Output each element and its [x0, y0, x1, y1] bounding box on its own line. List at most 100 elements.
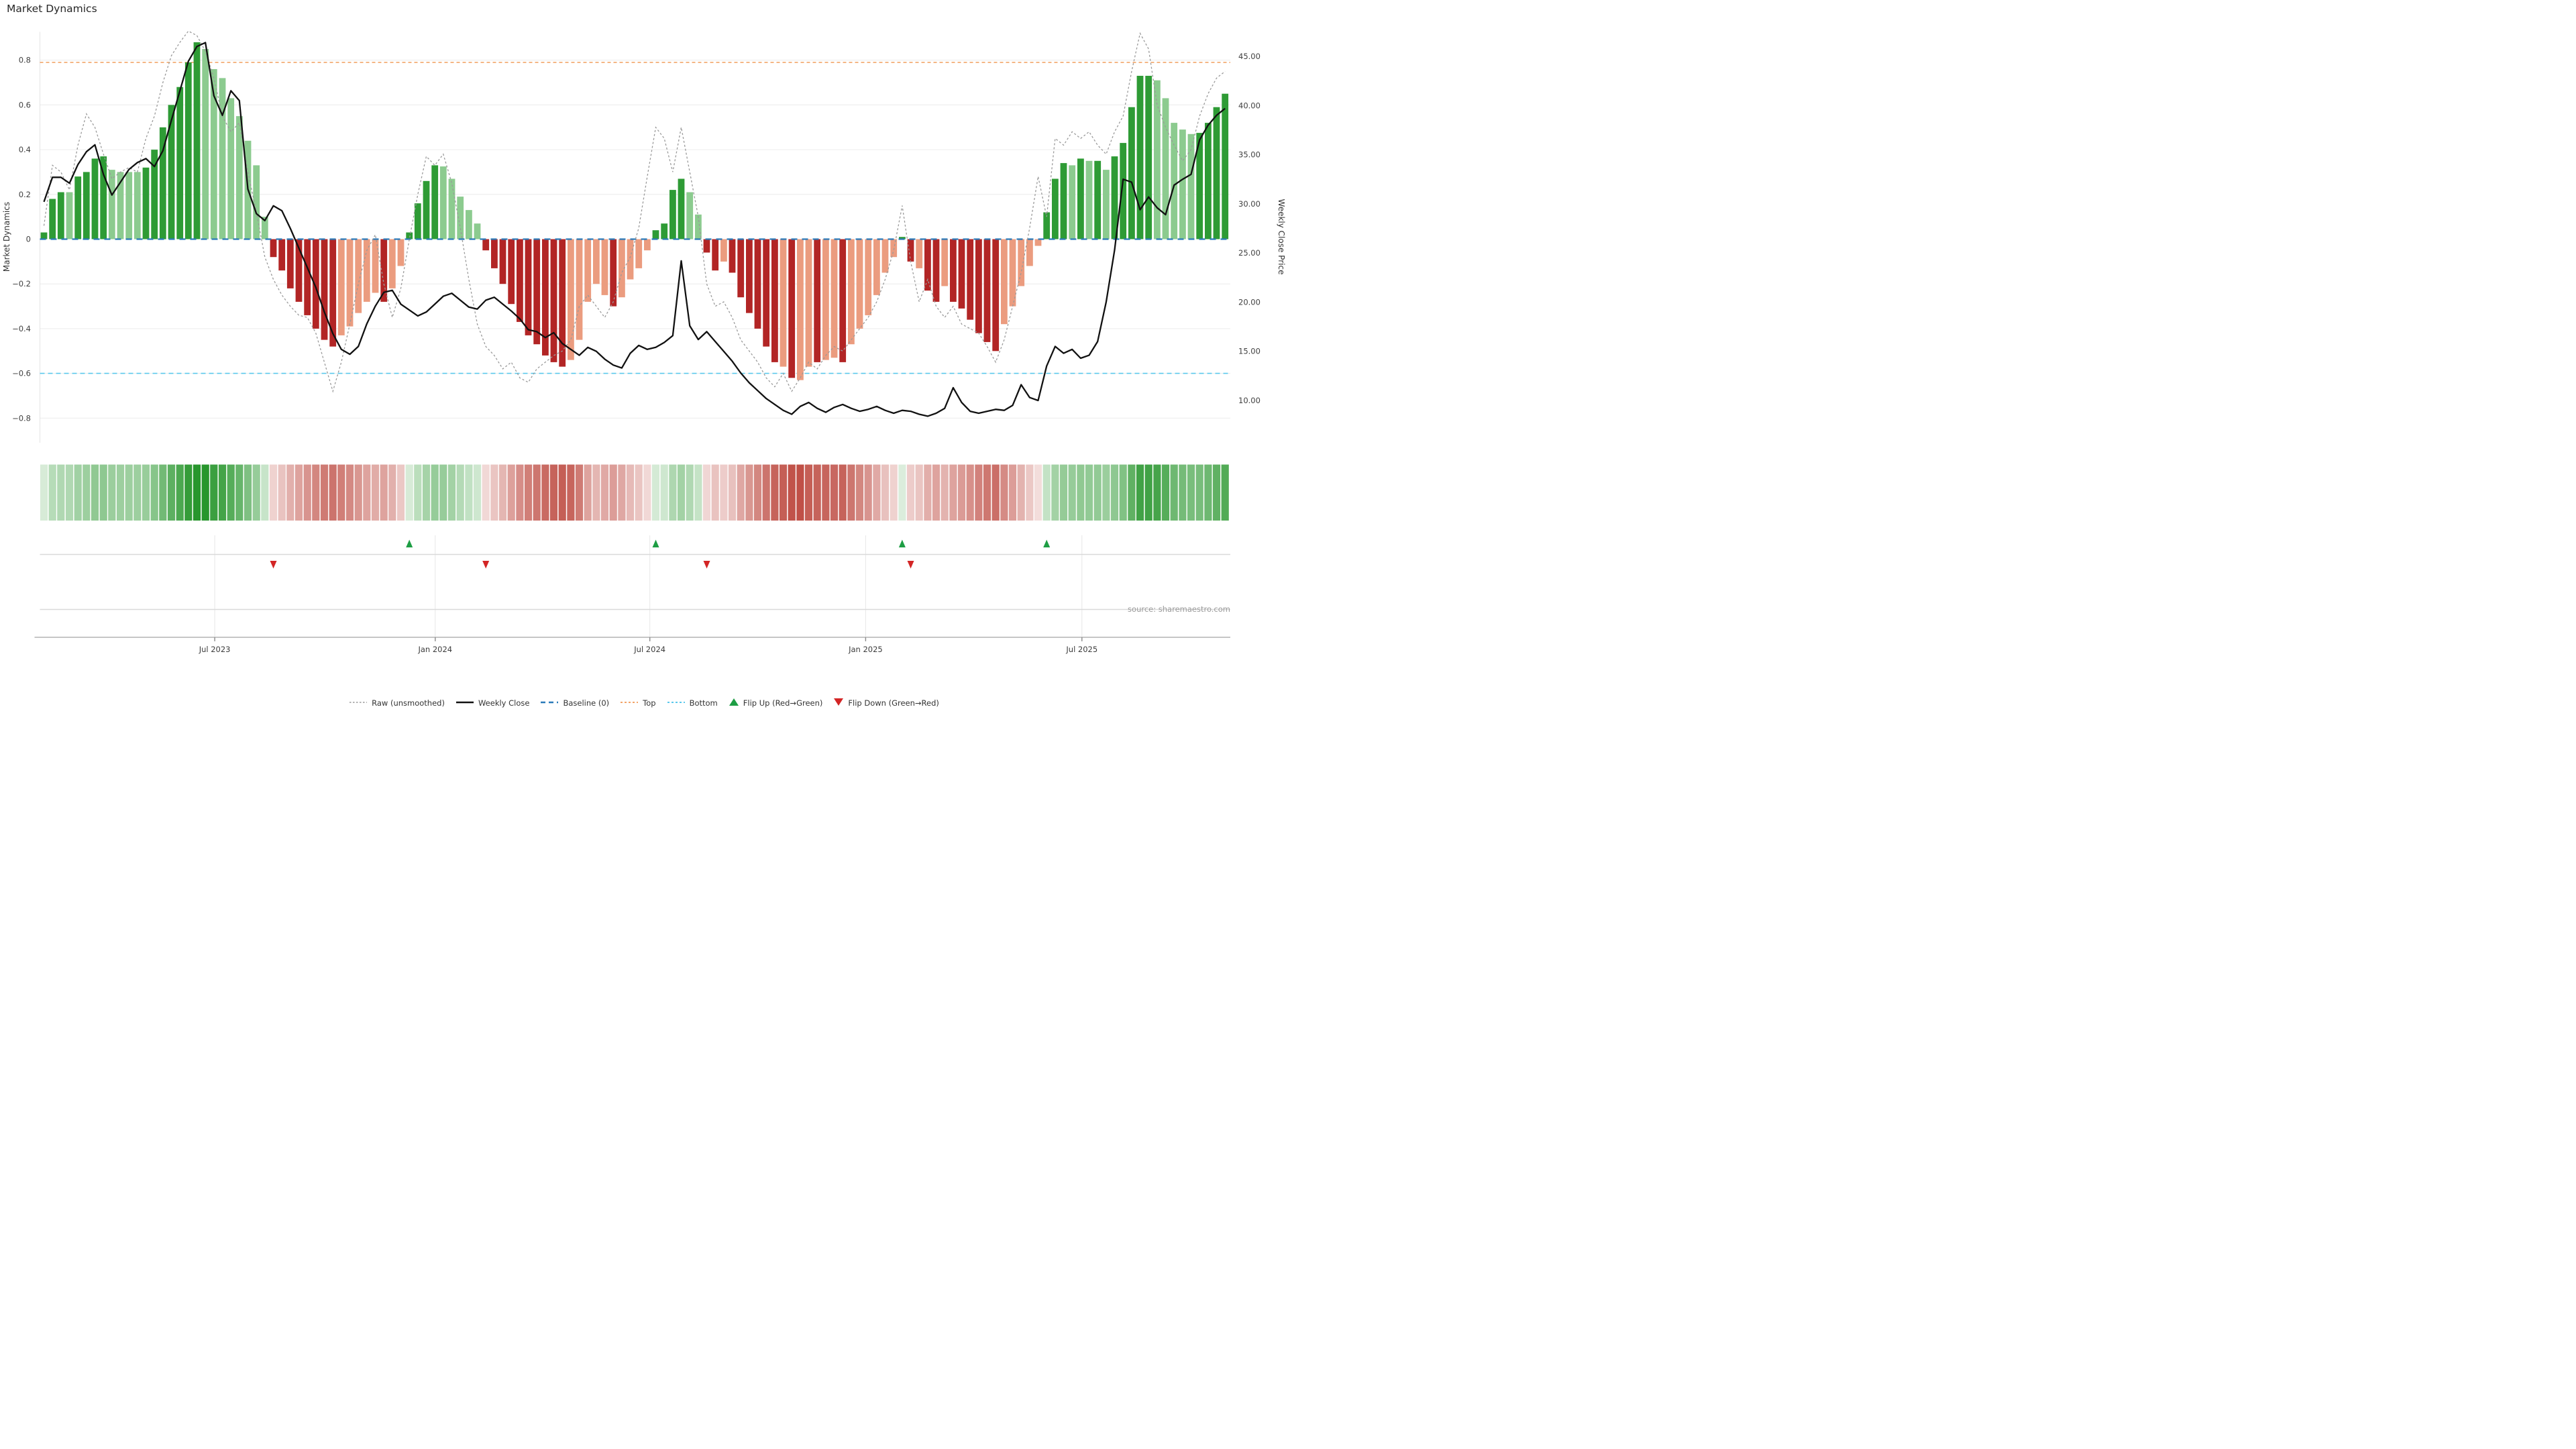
- dynamics-bar: [466, 210, 472, 239]
- dynamics-bar: [788, 239, 795, 378]
- dynamics-bar: [1001, 239, 1008, 325]
- dynamics-bar: [194, 42, 201, 239]
- dynamics-bar: [508, 239, 515, 305]
- heatmap-cell: [83, 465, 90, 521]
- dynamics-bar: [695, 215, 702, 239]
- dynamics-bar: [176, 87, 183, 239]
- heatmap-cell: [601, 465, 608, 521]
- dynamics-bar: [737, 239, 744, 298]
- dynamics-bar: [551, 239, 557, 362]
- heatmap-cell: [1179, 465, 1186, 521]
- heatmap-cell: [108, 465, 115, 521]
- dynamics-bar: [482, 239, 489, 251]
- dynamics-bar: [185, 62, 192, 239]
- heatmap-cell: [780, 465, 787, 521]
- dynamics-bar: [236, 116, 243, 239]
- chart-area: 0.80.60.40.20−0.2−0.4−0.6−0.845.0040.003…: [0, 0, 1288, 724]
- heatmap-cell: [576, 465, 583, 521]
- heatmap-cell: [729, 465, 736, 521]
- heatmap-cell: [541, 465, 549, 521]
- left-axis-tick: −0.2: [12, 279, 31, 288]
- heatmap-cell: [253, 465, 260, 521]
- dynamics-bar: [49, 199, 56, 239]
- heatmap-cell: [967, 465, 974, 521]
- dynamics-bar: [125, 172, 132, 239]
- heatmap-cell: [865, 465, 872, 521]
- heatmap-cell: [210, 465, 217, 521]
- heatmap-cell: [431, 465, 439, 521]
- heatmap-cell: [643, 465, 651, 521]
- heatmap-cell: [1145, 465, 1152, 521]
- left-axis-tick: −0.4: [12, 324, 31, 333]
- dynamics-bar: [967, 239, 973, 320]
- heatmap-cell: [286, 465, 294, 521]
- heatmap-cell: [763, 465, 770, 521]
- heatmap-cell: [652, 465, 659, 521]
- heatmap-cell: [941, 465, 949, 521]
- heatmap-cell: [661, 465, 668, 521]
- heatmap-cell: [847, 465, 855, 521]
- heatmap-cell: [584, 465, 592, 521]
- heatmap-cell: [406, 465, 413, 521]
- heatmap-cell: [550, 465, 557, 521]
- dynamics-bar: [873, 239, 880, 295]
- heatmap-cell: [898, 465, 906, 521]
- dynamics-bar: [1035, 239, 1042, 246]
- dynamics-bar: [1094, 161, 1101, 239]
- close-line-icon: [455, 698, 474, 708]
- dynamics-bar: [143, 168, 150, 239]
- right-axis-tick: 45.00: [1238, 52, 1260, 61]
- heatmap-cell: [388, 465, 396, 521]
- dynamics-bar: [780, 239, 787, 367]
- dynamics-bar: [568, 239, 574, 360]
- flip-down-icon: [833, 698, 844, 708]
- dynamics-bar: [491, 239, 498, 268]
- dynamics-bar: [593, 239, 600, 284]
- heatmap-cell: [355, 465, 362, 521]
- right-axis-tick: 40.00: [1238, 101, 1260, 110]
- heatmap-cell: [261, 465, 268, 521]
- heatmap-cell: [907, 465, 914, 521]
- heatmap-cell: [796, 465, 804, 521]
- dynamics-bar: [746, 239, 753, 313]
- left-axis-tick: 0.2: [19, 190, 31, 199]
- dynamics-bar: [831, 239, 838, 358]
- dynamics-bar: [406, 233, 413, 239]
- dynamics-bar: [720, 239, 727, 262]
- dynamics-bar: [287, 239, 294, 288]
- heatmap-cell: [559, 465, 566, 521]
- raw-line-icon: [349, 698, 368, 708]
- heatmap-cell: [856, 465, 863, 521]
- dynamics-bar: [806, 239, 812, 367]
- heatmap-cell: [1204, 465, 1212, 521]
- dynamics-bar: [602, 239, 608, 295]
- heatmap-cell: [193, 465, 201, 521]
- heatmap-cell: [414, 465, 421, 521]
- dynamics-bar: [398, 239, 405, 266]
- top-line-icon: [620, 698, 639, 708]
- legend-label: Raw (unsmoothed): [372, 698, 445, 708]
- dynamics-bar: [83, 172, 90, 239]
- dynamics-bar: [253, 165, 260, 239]
- dynamics-bar: [278, 239, 285, 271]
- heatmap-cell: [533, 465, 541, 521]
- heatmap-cell: [975, 465, 982, 521]
- dynamics-bar: [517, 239, 523, 322]
- dynamics-bar: [1163, 98, 1169, 239]
- heatmap-cell: [227, 465, 235, 521]
- heatmap-cell: [337, 465, 345, 521]
- dynamics-bar: [500, 239, 506, 284]
- heatmap-cell: [321, 465, 328, 521]
- heatmap-cell: [592, 465, 600, 521]
- heatmap-cell: [295, 465, 303, 521]
- heatmap-cell: [219, 465, 226, 521]
- heatmap-cell: [482, 465, 490, 521]
- dynamics-bar: [686, 193, 693, 239]
- heatmap-cell: [720, 465, 727, 521]
- dynamics-bar: [134, 172, 141, 239]
- heatmap-cell: [949, 465, 957, 521]
- source-text: source: sharemaestro.com: [1128, 604, 1230, 614]
- heatmap-cell: [176, 465, 184, 521]
- x-axis-tick-label: Jul 2025: [1065, 645, 1097, 654]
- heatmap-cell: [805, 465, 812, 521]
